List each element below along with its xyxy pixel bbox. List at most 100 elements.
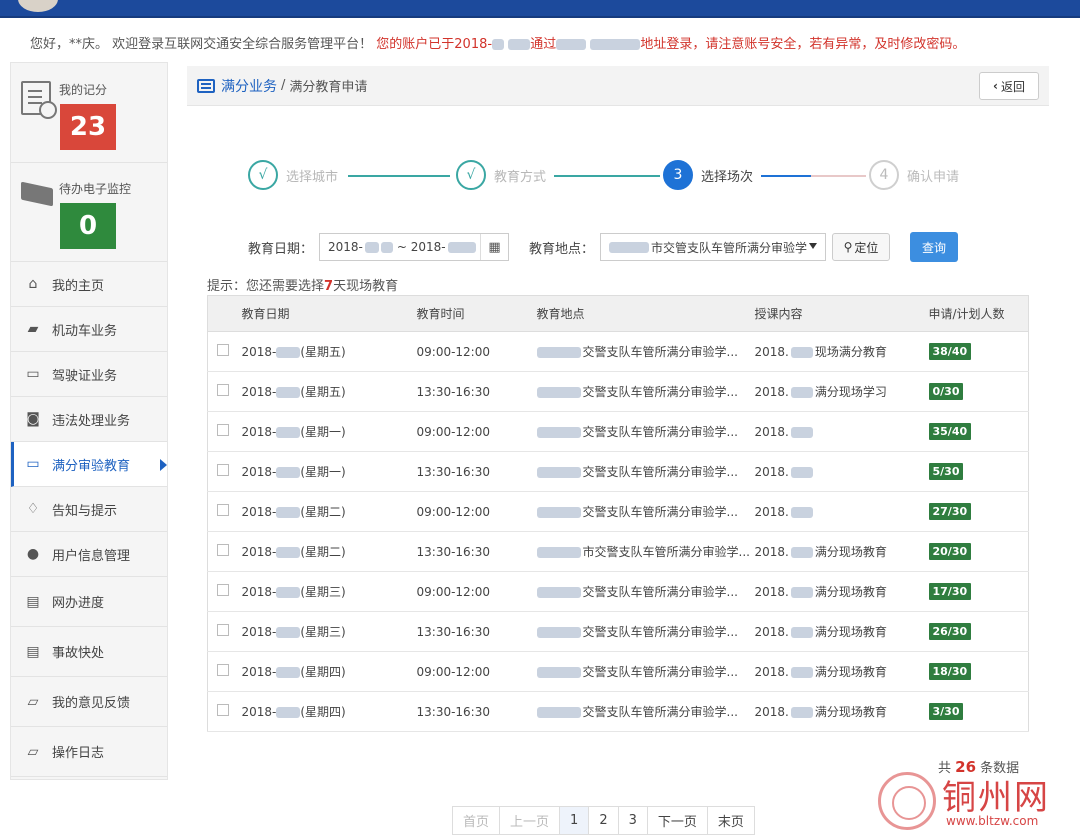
page-3-button[interactable]: 3 [618,807,648,834]
sidebar-item-label: 我的意见反馈 [52,696,131,711]
header-time: 教育时间 [416,295,537,332]
row-checkbox[interactable] [217,424,229,436]
location-pin-icon: ⚲ [843,240,853,254]
row-checkbox[interactable] [217,544,229,556]
table-row[interactable]: 2018- (星期四) 09:00-12:00 交警支队车管所满分审验学... 2018… [207,651,1029,692]
row-checkbox[interactable] [217,584,229,596]
count-badge: 20/30 [928,543,972,560]
sidebar-item-education[interactable]: ▭ 满分审验教育 [11,442,167,487]
cell-content: 2018. 满分现场教育 [754,651,929,692]
progress-steps: √ 选择城市 √ 教育方式 3 选择场次 4 确认申请 [248,160,988,192]
count-badge: 38/40 [928,343,972,360]
cell-content: 2018. 满分现场教育 [754,531,929,572]
breadcrumb-page: 满分教育申请 [289,80,368,95]
count-badge: 18/30 [928,663,972,680]
cell-place: 交警支队车管所满分审验学... [536,451,755,492]
cell-content: 2018. 满分现场教育 [754,571,929,612]
place-label: 教育地点： [529,241,595,257]
sidebar-item-violation[interactable]: ◙ 违法处理业务 [11,397,167,442]
my-score-card[interactable]: 我的记分 23 [11,63,167,163]
chevron-left-icon: ‹ [993,79,998,93]
table-row[interactable]: 2018- (星期五) 09:00-12:00 交警支队车管所满分审验学... 2018… [207,331,1029,372]
cell-time: 13:30-16:30 [416,691,537,732]
breadcrumb-section[interactable]: 满分业务 [221,76,277,96]
home-icon: ⌂ [28,276,38,292]
query-button[interactable]: 查询 [910,232,959,262]
sidebar-item-label: 违法处理业务 [52,413,131,429]
cell-count: 18/30 [928,651,1029,692]
table-row[interactable]: 2018- (星期三) 09:00-12:00 交警支队车管所满分审验学... 2018… [207,571,1029,612]
cell-place: 交警支队车管所满分审验学... [536,611,755,652]
row-checkbox[interactable] [217,384,229,396]
date-range-input[interactable]: 2018- ~ 2018- ▦ [319,233,510,261]
page-1-button[interactable]: 1 [560,807,590,834]
table-row[interactable]: 2018- (星期二) 13:30-16:30 市交警支队车管所满分审验学... 201… [207,531,1029,572]
sidebar-item-accident[interactable]: ▤ 事故快处 [11,627,167,677]
tip-days: 7 [324,279,334,294]
progress-icon: ▤ [26,593,40,610]
cell-place: 交警支队车管所满分审验学... [536,331,755,372]
truck-icon: ▰ [27,321,39,337]
place-select[interactable]: 市交管支队车管所满分审验学 [600,233,827,261]
session-table: 教育日期 教育时间 教育地点 授课内容 申请/计划人数 2018- (星期五) 09… [207,295,1029,732]
calendar-icon[interactable]: ▦ [480,234,508,260]
cell-date: 2018- (星期四) [241,651,417,692]
sidebar-item-user-info[interactable]: ● 用户信息管理 [11,532,167,577]
sidebar-item-home[interactable]: ⌂ 我的主页 [11,262,167,307]
cell-content: 2018. [754,451,929,492]
table-row[interactable]: 2018- (星期一) 09:00-12:00 交警支队车管所满分审验学... 2018… [207,411,1029,452]
header-place: 教育地点 [536,295,755,332]
row-checkbox[interactable] [217,704,229,716]
card-icon: ▭ [26,366,40,382]
step-select-session: 3 选择场次 [663,160,753,190]
sidebar-item-label: 操作日志 [52,746,105,761]
cell-content: 2018. 满分现场学习 [754,371,929,412]
breadcrumb: 满分业务 / 满分教育申请 ‹ 返回 [187,66,1049,106]
row-checkbox[interactable] [217,504,229,516]
table-row[interactable]: 2018- (星期三) 13:30-16:30 交警支队车管所满分审验学... 2018… [207,611,1029,652]
row-checkbox[interactable] [217,344,229,356]
table-row[interactable]: 2018- (星期五) 13:30-16:30 交警支队车管所满分审验学... 2018… [207,371,1029,412]
first-page-button[interactable]: 首页 [453,807,501,834]
back-label: 返回 [1000,79,1025,94]
next-page-button[interactable]: 下一页 [647,807,708,834]
page-2-button[interactable]: 2 [589,807,619,834]
last-page-button[interactable]: 末页 [707,807,754,834]
cell-place: 市交警支队车管所满分审验学... [536,531,755,572]
cell-date: 2018- (星期一) [241,451,417,492]
cell-time: 09:00-12:00 [416,491,537,532]
login-notice: 您的账户已于2018- 通过 地址登录，请注意账号安全，若有异常，及时修改密码。 [376,37,966,52]
pending-monitor-card[interactable]: 待办电子监控 0 [11,163,167,262]
back-button[interactable]: ‹ 返回 [979,72,1039,100]
watermark-seal-icon [878,772,936,830]
cell-date: 2018- (星期二) [241,491,417,532]
cell-place: 交警支队车管所满分审验学... [536,491,755,532]
cell-count: 5/30 [928,451,1029,492]
step-connector [348,175,450,177]
table-row[interactable]: 2018- (星期二) 09:00-12:00 交警支队车管所满分审验学... 2018… [207,491,1029,532]
table-row[interactable]: 2018- (星期四) 13:30-16:30 交警支队车管所满分审验学... 2018… [207,691,1029,732]
cell-count: 35/40 [928,411,1029,452]
monitor-label: 待办电子监控 [59,182,132,196]
step-connector [554,175,660,177]
list-icon [197,78,215,93]
sidebar-item-progress[interactable]: ▤ 网办进度 [11,577,167,627]
count-badge: 0/30 [928,383,964,400]
sidebar-item-license[interactable]: ▭ 驾驶证业务 [11,352,167,397]
monitor-icon: ▭ [26,456,40,472]
cell-time: 13:30-16:30 [416,451,537,492]
row-checkbox[interactable] [217,664,229,676]
step-label: 确认申请 [907,169,960,185]
cell-content: 2018. [754,411,929,452]
row-checkbox[interactable] [217,464,229,476]
sidebar-item-label: 告知与提示 [52,503,118,519]
prev-page-button[interactable]: 上一页 [500,807,561,834]
step-connector [811,175,866,177]
row-checkbox[interactable] [217,624,229,636]
sidebar-item-vehicle[interactable]: ▰ 机动车业务 [11,307,167,352]
sidebar-item-log[interactable]: ▱ 操作日志 [11,727,167,777]
sidebar-item-notice[interactable]: ♢ 告知与提示 [11,487,167,532]
sidebar-item-feedback[interactable]: ▱ 我的意见反馈 [11,677,167,727]
table-row[interactable]: 2018- (星期一) 13:30-16:30 交警支队车管所满分审验学... 2018… [207,451,1029,492]
locate-button[interactable]: ⚲ 定位 [832,233,891,261]
